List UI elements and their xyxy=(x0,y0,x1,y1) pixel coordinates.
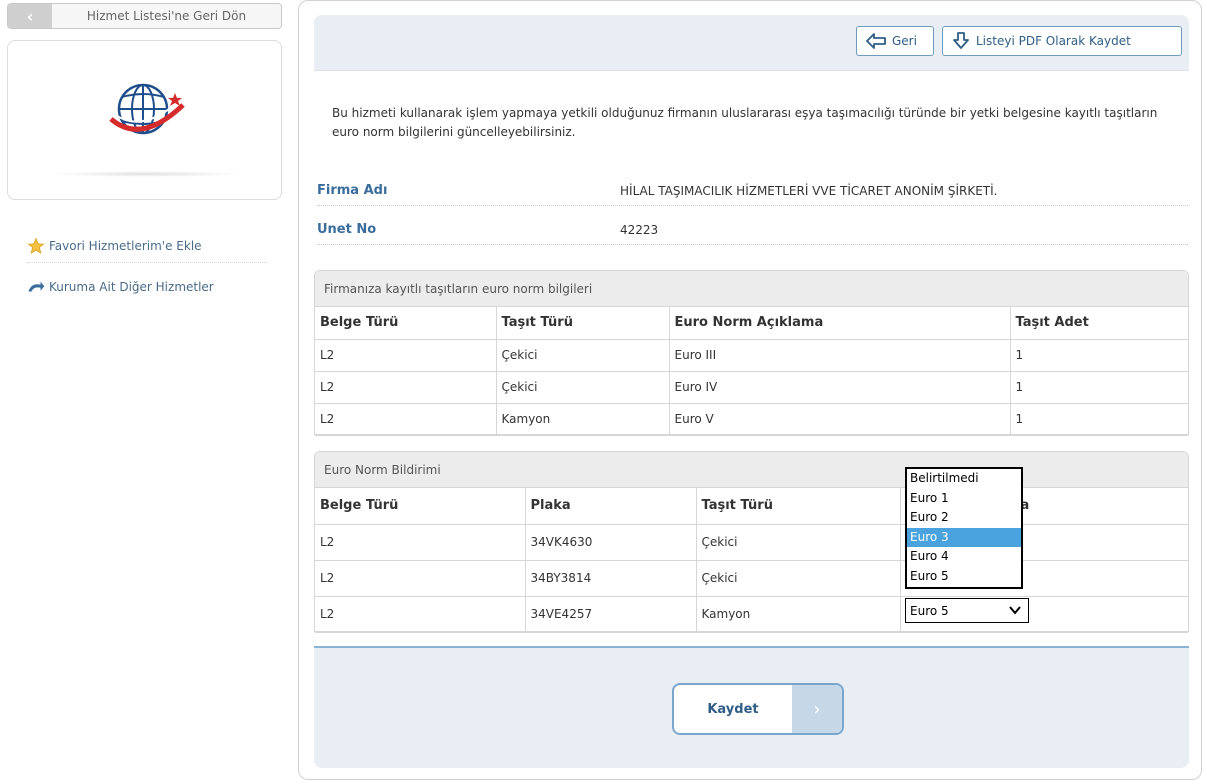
table-cell: 1 xyxy=(1010,371,1188,404)
chevron-down-icon xyxy=(1009,606,1021,615)
unet-no-label: Unet No xyxy=(317,222,377,237)
table-row: L2 34VE4257 Kamyon xyxy=(315,596,1188,633)
dropdown-option[interactable]: Belirtilmedi xyxy=(907,469,1021,489)
table-row: L2 Kamyon Euro V 1 xyxy=(315,403,1188,436)
save-button[interactable]: Kaydet › xyxy=(672,683,844,735)
dropdown-option[interactable]: Euro 2 xyxy=(907,508,1021,528)
back-button[interactable]: Geri xyxy=(856,26,934,56)
euro-norm-declaration-table: Belge Türü Plaka Taşıt Türü a L2 34VK463… xyxy=(315,488,1188,633)
main-panel: Geri Listeyi PDF Olarak Kaydet Bu hizmet… xyxy=(298,0,1202,780)
dropdown-option[interactable]: Euro 4 xyxy=(907,547,1021,567)
table-cell: L2 xyxy=(315,560,526,597)
column-header: Plaka xyxy=(525,488,697,525)
arrow-left-icon xyxy=(866,33,886,49)
table-cell: 34BY3814 xyxy=(525,560,697,597)
table-cell: L2 xyxy=(315,371,497,404)
table-cell: Çekici xyxy=(496,339,670,372)
registered-vehicles-section: Firmanıza kayıtlı taşıtların euro norm b… xyxy=(314,270,1189,436)
table-cell: L2 xyxy=(315,339,497,372)
column-header: Taşıt Adet xyxy=(1010,307,1188,340)
table-row: L2 Çekici Euro III 1 xyxy=(315,339,1188,372)
registered-vehicles-title: Firmanıza kayıtlı taşıtların euro norm b… xyxy=(315,271,1188,307)
other-services-link[interactable]: Kuruma Ait Diğer Hizmetler xyxy=(27,275,267,299)
table-cell: Kamyon xyxy=(496,403,670,436)
institution-logo-box xyxy=(7,40,282,200)
unet-no-row: Unet No 42223 xyxy=(317,215,1188,245)
euro-norm-declaration-section: Euro Norm Bildirimi Belge Türü Plaka Taş… xyxy=(314,451,1189,633)
table-cell: L2 xyxy=(315,403,497,436)
action-footer: Kaydet › xyxy=(314,646,1189,768)
table-cell: Euro IV xyxy=(669,371,1011,404)
table-cell: 1 xyxy=(1010,403,1188,436)
add-to-favorites-label: Favori Hizmetlerim'e Ekle xyxy=(49,238,202,253)
column-header: Taşıt Türü xyxy=(696,488,901,525)
table-cell: L2 xyxy=(315,596,526,633)
intro-text: Bu hizmeti kullanarak işlem yapmaya yetk… xyxy=(332,106,1158,139)
euro-norm-select[interactable]: Euro 5 xyxy=(905,598,1029,623)
euro-norm-dropdown-list: Belirtilmedi Euro 1 Euro 2 Euro 3 Euro 4… xyxy=(905,467,1023,589)
table-cell: Kamyon xyxy=(696,596,901,633)
dropdown-option[interactable]: Euro 1 xyxy=(907,489,1021,509)
company-name-row: Firma Adı HİLAL TAŞIMACILIK HİZMETLERİ V… xyxy=(317,176,1188,206)
back-to-service-list-label: Hizmet Listesi'ne Geri Dön xyxy=(86,9,247,23)
table-cell: 34VK4630 xyxy=(525,524,697,561)
table-cell: Çekici xyxy=(696,560,901,597)
table-row: L2 34BY3814 Çekici xyxy=(315,560,1188,597)
table-row: L2 Çekici Euro IV 1 xyxy=(315,371,1188,404)
chevron-left-icon: ‹ xyxy=(8,4,52,28)
column-header: Belge Türü xyxy=(315,307,497,340)
registered-vehicles-table: Belge Türü Taşıt Türü Euro Norm Açıklama… xyxy=(315,307,1188,436)
dropdown-option[interactable]: Euro 5 xyxy=(907,567,1021,587)
table-cell: 34VE4257 xyxy=(525,596,697,633)
table-cell: Çekici xyxy=(696,524,901,561)
forward-arrow-icon xyxy=(27,280,49,294)
chevron-right-icon: › xyxy=(792,685,842,733)
table-cell: Çekici xyxy=(496,371,670,404)
star-icon xyxy=(27,237,49,255)
save-pdf-label: Listeyi PDF Olarak Kaydet xyxy=(976,34,1131,48)
dropdown-option-highlighted[interactable]: Euro 3 xyxy=(907,527,1021,547)
add-to-favorites-link[interactable]: Favori Hizmetlerim'e Ekle xyxy=(27,233,267,263)
table-cell: 1 xyxy=(1010,339,1188,372)
download-arrow-icon xyxy=(953,32,969,49)
table-row: L2 34VK4630 Çekici xyxy=(315,524,1188,561)
other-services-label: Kuruma Ait Diğer Hizmetler xyxy=(49,280,214,294)
column-header: Taşıt Türü xyxy=(496,307,670,340)
save-pdf-button[interactable]: Listeyi PDF Olarak Kaydet xyxy=(942,26,1182,56)
column-header: Euro Norm Açıklama xyxy=(669,307,1011,340)
back-to-service-list-button[interactable]: ‹ Hizmet Listesi'ne Geri Dön xyxy=(7,3,282,29)
logo-shadow xyxy=(48,171,243,177)
table-cell: Euro III xyxy=(669,339,1011,372)
table-header-row: Belge Türü Taşıt Türü Euro Norm Açıklama… xyxy=(315,307,1188,340)
table-header-row: Belge Türü Plaka Taşıt Türü a xyxy=(315,488,1188,525)
table-cell: L2 xyxy=(315,524,526,561)
table-cell: Euro V xyxy=(669,403,1011,436)
save-button-label: Kaydet xyxy=(707,701,759,717)
back-button-label: Geri xyxy=(892,34,917,48)
top-toolbar: Geri Listeyi PDF Olarak Kaydet xyxy=(314,15,1189,71)
euro-norm-declaration-title: Euro Norm Bildirimi xyxy=(315,452,1188,488)
column-header: Belge Türü xyxy=(315,488,526,525)
company-name-label: Firma Adı xyxy=(317,183,388,198)
euro-norm-select-value: Euro 5 xyxy=(910,603,949,618)
company-name-value: HİLAL TAŞIMACILIK HİZMETLERİ VVE TİCARET… xyxy=(620,183,998,198)
globe-logo-icon xyxy=(109,83,185,135)
unet-no-value: 42223 xyxy=(620,222,659,237)
